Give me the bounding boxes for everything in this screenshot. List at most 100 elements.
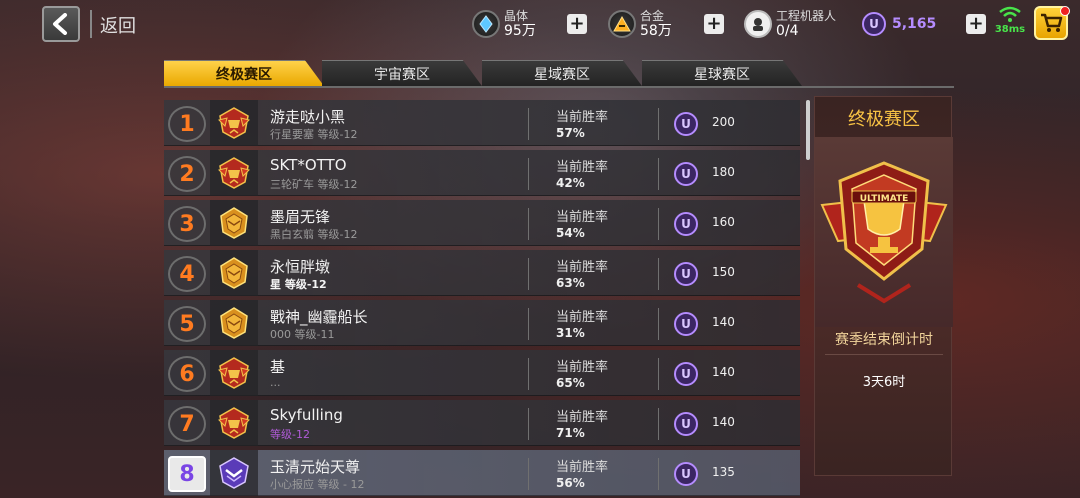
- rank-badge-icon: [210, 400, 258, 446]
- panel-title: 终极赛区: [848, 109, 920, 130]
- robot-value: 0/4: [776, 23, 799, 39]
- rank-number: 4: [168, 256, 206, 292]
- player-name[interactable]: 墨眉无锋: [270, 206, 330, 227]
- tab-ultimate[interactable]: 终极赛区: [164, 60, 324, 86]
- reward-value: 200: [712, 115, 735, 129]
- player-name[interactable]: 游走哒小黑: [270, 106, 345, 127]
- winrate-value: 63%: [556, 276, 585, 290]
- player-subtitle: 星 等级-12: [270, 278, 327, 291]
- add-alloy-button[interactable]: +: [704, 14, 724, 34]
- trophy-emblem-icon: ULTIMATE: [820, 161, 948, 304]
- reward-value: 140: [712, 315, 735, 329]
- player-subtitle: 黑白玄翦 等级-12: [270, 228, 358, 241]
- u-coin-icon: U: [674, 212, 698, 236]
- rank-number: 7: [168, 406, 206, 442]
- currency-display: U 5,165: [862, 6, 936, 42]
- rank-number: 6: [168, 356, 206, 392]
- crystal-icon: [472, 10, 500, 38]
- countdown-label: 赛季结束倒计时: [835, 332, 933, 348]
- winrate-label: 当前胜率: [556, 360, 609, 375]
- chevron-left-icon: [53, 13, 67, 35]
- u-coin-icon: U: [674, 162, 698, 186]
- ultimate-emblem: ULTIMATE: [815, 137, 953, 327]
- tabs-divider: [164, 86, 954, 88]
- back-label[interactable]: 返回: [100, 12, 136, 38]
- winrate-value: 71%: [556, 426, 585, 440]
- rank-number: 1: [168, 106, 206, 142]
- alloy-label: 合金: [640, 9, 665, 23]
- player-subtitle: 000 等级-11: [270, 328, 335, 341]
- divider: [825, 354, 943, 355]
- player-subtitle: ...: [270, 376, 281, 389]
- tab-planet[interactable]: 星球赛区: [642, 60, 802, 86]
- u-coin-icon: U: [674, 362, 698, 386]
- notification-dot: [1060, 6, 1070, 16]
- player-name[interactable]: 戰神_幽霾船长: [270, 306, 368, 327]
- robot-icon: [744, 10, 772, 38]
- robot-label: 工程机器人: [776, 9, 837, 23]
- reward-value: 160: [712, 215, 735, 229]
- u-coin-icon: U: [674, 462, 698, 486]
- divider: [658, 408, 659, 440]
- divider: [528, 258, 529, 290]
- winrate-value: 56%: [556, 476, 585, 490]
- cart-icon: [1041, 13, 1063, 32]
- player-subtitle: 行星要塞 等级-12: [270, 128, 358, 141]
- leaderboard-row[interactable]: 1 游走哒小黑 行星要塞 等级-12 当前胜率 57% U 200: [164, 100, 800, 146]
- crystal-value: 95万: [504, 23, 536, 39]
- reward-value: 140: [712, 365, 735, 379]
- rank-number: 3: [168, 206, 206, 242]
- add-crystal-button[interactable]: +: [567, 14, 587, 34]
- back-button[interactable]: [42, 6, 80, 42]
- add-currency-button[interactable]: +: [966, 14, 986, 34]
- leaderboard-row[interactable]: 3 墨眉无锋 黑白玄翦 等级-12 当前胜率 54% U 160: [164, 200, 800, 246]
- reward-value: 140: [712, 415, 735, 429]
- leaderboard-row[interactable]: 4 永恒胖墩星 等级-12 当前胜率 63% U 150: [164, 250, 800, 296]
- rank-number: 2: [168, 156, 206, 192]
- reward-value: 180: [712, 165, 735, 179]
- winrate-label: 当前胜率: [556, 260, 609, 275]
- crystal-label: 晶体: [504, 9, 529, 23]
- leaderboard-row[interactable]: 8 玉清元始天尊 小心报应 等级 - 12 当前胜率 56% U 135: [164, 450, 800, 496]
- player-name[interactable]: SKT*OTTO: [270, 156, 347, 174]
- tab-universe[interactable]: 宇宙赛区: [322, 60, 482, 86]
- divider: [658, 108, 659, 140]
- rank-badge-icon: [210, 200, 258, 246]
- rank-badge-icon: [210, 150, 258, 196]
- leaderboard-row[interactable]: 2 SKT*OTTO 三轮矿车 等级-12 当前胜率 42% U 180: [164, 150, 800, 196]
- divider: [528, 208, 529, 240]
- divider: [658, 358, 659, 390]
- alloy-value: 58万: [640, 23, 672, 39]
- player-name[interactable]: 基: [270, 356, 285, 377]
- countdown-value: 3天6时: [862, 375, 906, 390]
- wifi-icon: [999, 6, 1021, 22]
- rank-number: 8: [168, 456, 206, 492]
- winrate-label: 当前胜率: [556, 410, 609, 425]
- divider: [528, 408, 529, 440]
- winrate-label: 当前胜率: [556, 210, 609, 225]
- reward-value: 150: [712, 265, 735, 279]
- leaderboard-row[interactable]: 6 基... 当前胜率 65% U 140: [164, 350, 800, 396]
- winrate-value: 42%: [556, 176, 585, 190]
- scrollbar[interactable]: [806, 100, 810, 160]
- reward-value: 135: [712, 465, 735, 479]
- leaderboard-row[interactable]: 7 Skyfulling 等级-12 当前胜率 71% U 140: [164, 400, 800, 446]
- leaderboard-row[interactable]: 5 戰神_幽霾船长 000 等级-11 当前胜率 31% U 140: [164, 300, 800, 346]
- rank-badge-icon: [210, 350, 258, 396]
- u-coin-icon: U: [674, 412, 698, 436]
- alloy-icon: [608, 10, 636, 38]
- player-name[interactable]: 永恒胖墩: [270, 256, 330, 277]
- rank-number: 5: [168, 306, 206, 342]
- divider: [528, 458, 529, 490]
- leaderboard-list[interactable]: 1 游走哒小黑 行星要塞 等级-12 当前胜率 57% U 200 2 SKT*OTTO 三轮矿车…: [164, 100, 804, 498]
- player-name[interactable]: Skyfulling: [270, 406, 343, 424]
- crystal-resource: 晶体 95万: [472, 6, 536, 42]
- rank-badge-icon: [210, 300, 258, 346]
- divider: [528, 108, 529, 140]
- winrate-label: 当前胜率: [556, 160, 609, 175]
- player-subtitle: 三轮矿车 等级-12: [270, 178, 358, 191]
- ping-value: 38ms: [994, 24, 1026, 35]
- top-bar: 返回 晶体 95万 + 合金 58万 + 工程机器人 0/4 U 5,165 +…: [0, 0, 1080, 50]
- tab-star-domain[interactable]: 星域赛区: [482, 60, 642, 86]
- player-name[interactable]: 玉清元始天尊: [270, 456, 360, 477]
